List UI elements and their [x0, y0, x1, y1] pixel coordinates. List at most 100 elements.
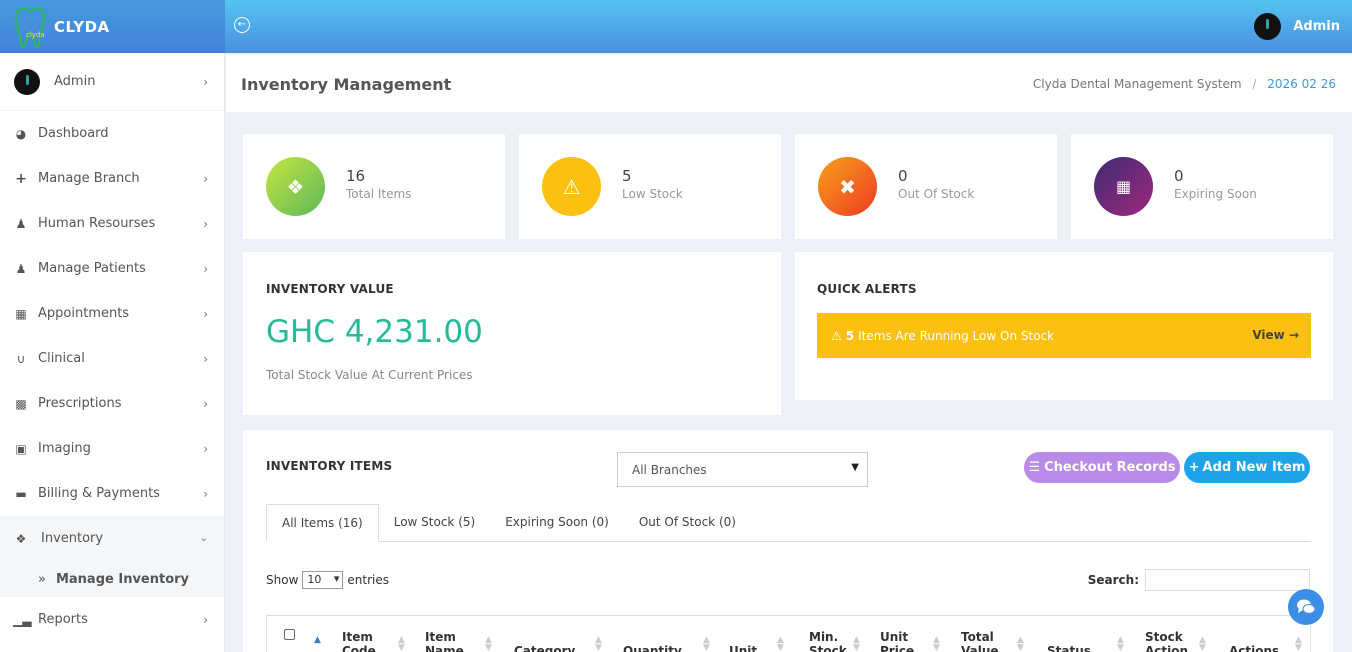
list-icon: ☰: [1028, 460, 1041, 475]
chevron-right-icon: ›: [203, 486, 208, 501]
entries-select[interactable]: 10: [302, 571, 344, 589]
sort-icon: ▲ ▼: [933, 635, 940, 652]
sort-icon: ▲ ▼: [777, 635, 784, 652]
column-unit-price[interactable]: Unit Price: [880, 630, 914, 652]
sidebar-item-prescriptions[interactable]: ▩ Prescriptions ›: [0, 381, 224, 426]
top-user-menu[interactable]: Admin: [1254, 13, 1340, 40]
search-input[interactable]: [1145, 569, 1310, 591]
branch-select-value: All Branches: [632, 463, 707, 477]
tab-out-of-stock[interactable]: Out Of Stock (0): [624, 504, 751, 542]
sidebar-item-label: Manage Branch: [38, 171, 140, 186]
table-header: ▲ Item Code ▲ ▼ Item Name ▲ ▼ Category ▲ ▼ Qu…: [266, 615, 1311, 652]
sort-icon: ▲ ▼: [485, 635, 492, 652]
sidebar-item-inventory[interactable]: ❖ Inventory ⌄: [0, 516, 224, 561]
chat-button[interactable]: [1288, 589, 1324, 625]
add-new-item-label: Add New Item: [1202, 460, 1306, 475]
calendar-icon: ▦: [15, 306, 27, 321]
alert-message: Items Are Running Low On Stock: [858, 328, 1055, 343]
alert-view-link[interactable]: View →: [1252, 328, 1299, 342]
chat-icon: [1297, 599, 1316, 614]
column-actions[interactable]: Actions: [1229, 630, 1279, 652]
medkit-icon: ▩: [15, 396, 27, 411]
brand-name: CLYDA: [54, 17, 110, 36]
warning-icon: ⚠: [542, 157, 601, 216]
inventory-items-title: INVENTORY ITEMS: [266, 459, 393, 473]
collapse-sidebar-icon[interactable]: ←: [234, 17, 250, 33]
tooth-logo-icon: clyda: [14, 5, 46, 49]
add-new-item-button[interactable]: + Add New Item: [1184, 452, 1310, 483]
stat-label: Expiring Soon: [1174, 187, 1257, 201]
stat-label: Low Stock: [622, 187, 683, 201]
sort-icon: ▲ ▼: [1117, 635, 1124, 652]
plus-icon: +: [1188, 460, 1200, 475]
sidebar-menu: ◕ Dashboard + Manage Branch › ♟ Human Re…: [0, 111, 224, 642]
stat-card-out-of-stock: ✖ 0 Out Of Stock: [795, 134, 1057, 239]
quick-alerts-card: QUICK ALERTS ⚠ 5 Items Are Running Low O…: [795, 252, 1333, 400]
tab-low-stock[interactable]: Low Stock (5): [379, 504, 490, 542]
sidebar-item-imaging[interactable]: ▣ Imaging ›: [0, 426, 224, 471]
plus-icon: +: [15, 170, 27, 187]
sidebar-user[interactable]: Admin ›: [0, 53, 224, 111]
sidebar-subitem-manage-inventory[interactable]: » Manage Inventory: [0, 561, 224, 597]
select-all-checkbox[interactable]: [284, 629, 295, 640]
cubes-icon: ❖: [266, 157, 325, 216]
stat-card-total-items: ❖ 16 Total Items: [243, 134, 505, 239]
column-unit[interactable]: Unit: [729, 630, 757, 652]
sidebar-item-label: Imaging: [38, 441, 91, 456]
sidebar-item-reports[interactable]: ▁▃ Reports ›: [0, 597, 224, 642]
stat-value: 5: [622, 167, 632, 185]
avatar: [1254, 13, 1282, 40]
branch-select[interactable]: All Branches ▼: [617, 452, 868, 487]
breadcrumb-date: 2026 02 26: [1267, 77, 1336, 91]
inventory-value-amount: GHC 4,231.00: [266, 314, 483, 350]
sidebar-item-label: Prescriptions: [38, 396, 122, 411]
inventory-value-card: INVENTORY VALUE GHC 4,231.00 Total Stock…: [243, 252, 781, 415]
column-status[interactable]: Status: [1047, 630, 1091, 652]
page-header: Inventory Management Clyda Dental Manage…: [226, 55, 1352, 112]
stat-card-expiring-soon: ▦ 0 Expiring Soon: [1071, 134, 1333, 239]
inventory-tabs: All Items (16) Low Stock (5) Expiring So…: [266, 504, 1311, 542]
stat-value: 0: [898, 167, 908, 185]
chevron-right-icon: ›: [203, 171, 208, 186]
column-category[interactable]: Category: [514, 630, 575, 652]
sidebar-item-clinical[interactable]: ∪ Clinical ›: [0, 336, 224, 381]
tab-expiring-soon[interactable]: Expiring Soon (0): [490, 504, 624, 542]
chevron-down-icon: ▼: [851, 462, 859, 473]
sidebar-item-dashboard[interactable]: ◕ Dashboard: [0, 111, 224, 156]
sidebar-item-manage-branch[interactable]: + Manage Branch ›: [0, 156, 224, 201]
table-search: Search:: [1088, 569, 1310, 591]
sort-icon: ▲ ▼: [703, 635, 710, 652]
column-item-name[interactable]: Item Name: [425, 630, 464, 652]
sidebar-item-billing[interactable]: ▬ Billing & Payments ›: [0, 471, 224, 516]
tab-all-items[interactable]: All Items (16): [266, 504, 379, 542]
double-chevron-icon: »: [38, 571, 46, 587]
column-item-code[interactable]: Item Code: [342, 630, 376, 652]
sidebar-item-manage-patients[interactable]: ♟​ Manage Patients ›: [0, 246, 224, 291]
chevron-right-icon: ›: [203, 396, 208, 411]
column-stock-action[interactable]: Stock Action: [1145, 630, 1188, 652]
column-total-value[interactable]: Total Value: [961, 630, 999, 652]
column-quantity[interactable]: Quantity: [623, 630, 682, 652]
chevron-right-icon: ›: [203, 612, 208, 627]
sidebar-item-label: Manage Patients: [38, 261, 146, 276]
checkout-records-label: Checkout Records: [1044, 460, 1176, 475]
chevron-right-icon: ›: [203, 441, 208, 456]
breadcrumb-system[interactable]: Clyda Dental Management System: [1033, 77, 1242, 91]
inventory-value-subtitle: Total Stock Value At Current Prices: [266, 368, 473, 382]
sidebar-item-label: Billing & Payments: [38, 486, 160, 501]
stat-label: Total Items: [346, 187, 412, 201]
users-icon: ♟​: [15, 261, 27, 276]
show-entries: Show 10 entries: [266, 571, 389, 589]
checkout-records-button[interactable]: ☰ Checkout Records: [1024, 452, 1180, 483]
sidebar-item-appointments[interactable]: ▦ Appointments ›: [0, 291, 224, 336]
quick-alerts-title: QUICK ALERTS: [817, 282, 917, 296]
sidebar-item-label: Clinical: [38, 351, 85, 366]
sort-icon: ▲ ▼: [398, 635, 405, 652]
sort-icon: ▲ ▼: [1017, 635, 1024, 652]
warning-icon: ⚠: [831, 328, 842, 343]
brand[interactable]: clyda CLYDA: [0, 0, 225, 53]
avatar: [14, 68, 40, 95]
breadcrumb: Clyda Dental Management System / 2026 02…: [1033, 77, 1336, 91]
column-min-stock[interactable]: Min. Stock: [809, 630, 847, 652]
sidebar-item-human-resources[interactable]: ♟ Human Resourses ›: [0, 201, 224, 246]
